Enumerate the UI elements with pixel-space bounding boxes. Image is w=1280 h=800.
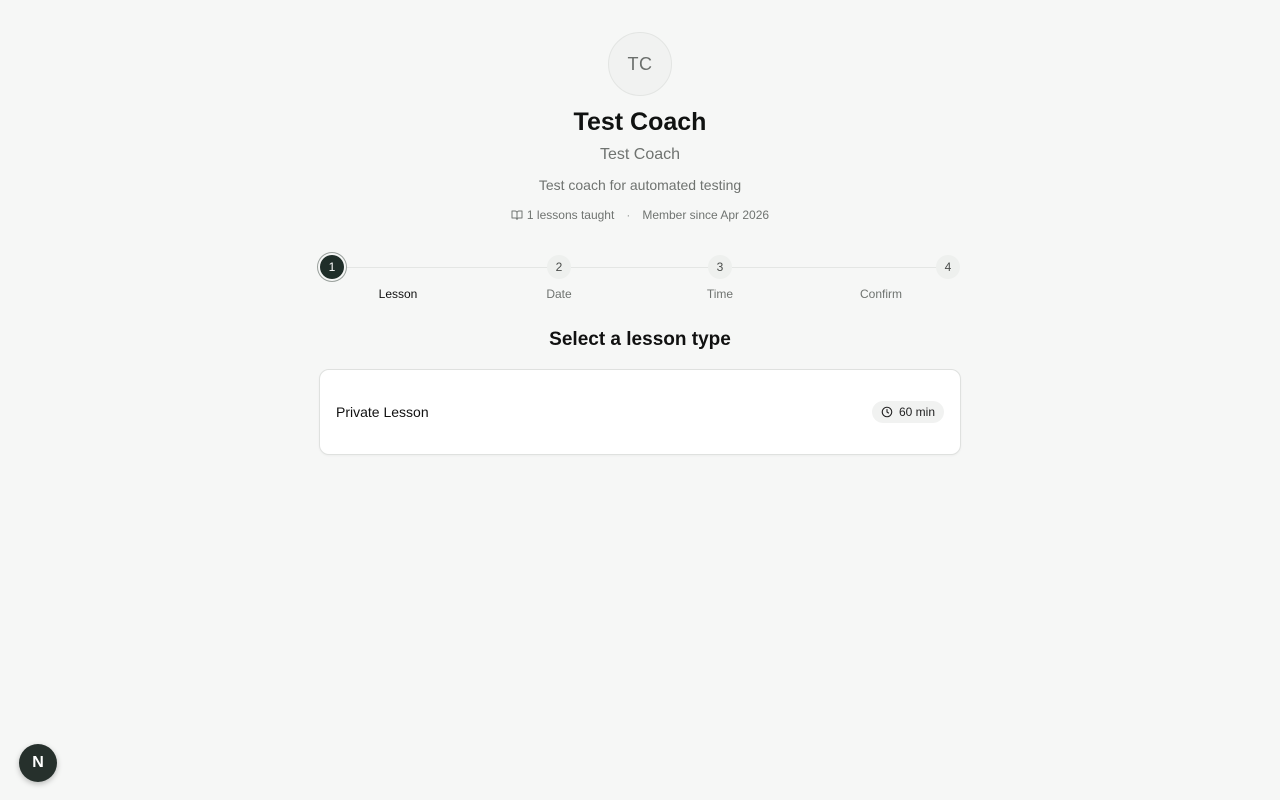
- lessons-taught: 1 lessons taught: [526, 208, 615, 222]
- booking-stepper: 1 2 3 4 Lesson Date Time Confirm: [320, 255, 960, 303]
- duration-badge: 60 min: [871, 401, 944, 423]
- avatar: TC: [608, 32, 672, 96]
- coach-name: Test Coach: [573, 108, 707, 136]
- step-4-indicator: 4: [936, 255, 960, 279]
- coach-title: Test Coach: [599, 146, 681, 163]
- step-connector: [344, 267, 548, 268]
- clock-icon: [881, 406, 893, 418]
- step-connector: [571, 267, 708, 268]
- step-3-label: Time: [706, 287, 734, 301]
- meta-separator: ·: [626, 208, 631, 222]
- coach-meta: 1 lessons taught · Member since Apr 2026: [0, 208, 1280, 222]
- dev-badge-label: N: [32, 754, 44, 771]
- member-since: Member since Apr 2026: [642, 208, 770, 222]
- lesson-name: Private Lesson: [336, 404, 429, 420]
- step-4-label: Confirm: [859, 287, 903, 301]
- book-open-icon: [511, 209, 523, 221]
- avatar-initials: TC: [627, 53, 653, 74]
- step-2-indicator: 2: [547, 255, 571, 279]
- step-3-indicator: 3: [708, 255, 732, 279]
- step-1-label: Lesson: [378, 287, 418, 301]
- lesson-type-card[interactable]: Private Lesson 60 min: [319, 369, 961, 455]
- coach-bio: Test coach for automated testing: [538, 177, 742, 193]
- step-1-indicator[interactable]: 1: [320, 255, 344, 279]
- section-title: Select a lesson type: [549, 329, 731, 350]
- dev-tools-button[interactable]: N: [19, 744, 57, 782]
- duration-label: 60 min: [898, 405, 935, 419]
- step-connector: [732, 267, 936, 268]
- booking-page: TC Test Coach Test Coach Test coach for …: [0, 0, 1280, 800]
- step-2-label: Date: [546, 287, 572, 301]
